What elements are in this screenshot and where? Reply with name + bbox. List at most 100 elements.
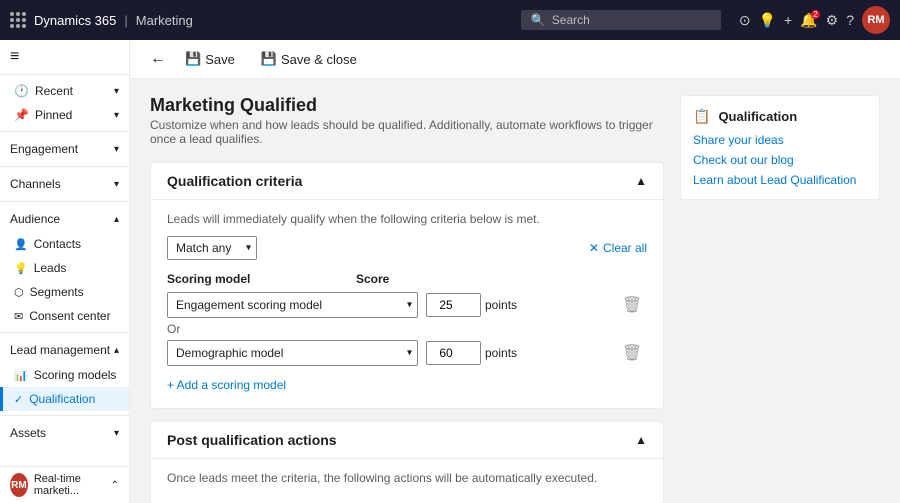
page-main: Marketing Qualified Customize when and h… (150, 95, 664, 487)
sidebar-engagement-header[interactable]: Engagement ▾ (0, 136, 129, 162)
page-subtitle: Customize when and how leads should be q… (150, 118, 664, 146)
lightbulb-icon[interactable]: 💡 (759, 12, 776, 29)
contacts-icon: 👤 (14, 238, 28, 251)
page-title: Marketing Qualified (150, 95, 664, 116)
bottom-label: Real-time marketi... (34, 473, 105, 497)
sidebar-item-segments[interactable]: ⬡ Segments (0, 280, 129, 304)
scoring-row-2: Demographic model points 🗑 (167, 340, 647, 366)
help-icon[interactable]: ? (846, 12, 854, 28)
right-panel-title: Qualification (718, 109, 797, 124)
sidebar-channels-header[interactable]: Channels ▾ (0, 171, 129, 197)
points-label-2: points (485, 346, 517, 360)
bell-icon[interactable]: 🔔2 (800, 12, 817, 29)
grid-dots[interactable] (10, 12, 26, 28)
search-box[interactable]: 🔍 Search (521, 10, 721, 30)
audience-chevron: ▴ (114, 214, 119, 225)
lead-mgmt-label: Lead management (10, 343, 110, 357)
search-placeholder: Search (552, 13, 590, 27)
sidebar-item-pinned[interactable]: 📌 Pinned ▾ (0, 103, 129, 127)
qualification-criteria-card: Qualification criteria ▲ Leads will imme… (150, 162, 664, 409)
sidebar-item-recent[interactable]: 🕐 Recent ▾ (0, 79, 129, 103)
add-model-button[interactable]: + Add a scoring model (167, 374, 286, 396)
clear-x-icon: ✕ (589, 241, 599, 255)
leads-icon: 💡 (14, 262, 28, 275)
score-input-1[interactable] (426, 293, 481, 317)
or-connector: Or (167, 322, 647, 336)
app-name: Dynamics 365 (34, 13, 116, 28)
add-icon[interactable]: + (784, 12, 792, 28)
bottom-bar-sidebar[interactable]: RM Real-time marketi... ⌃ (0, 466, 129, 503)
pinned-icon: 📌 (14, 108, 29, 122)
scoring-row-1: Engagement scoring model points 🗑 (167, 292, 647, 318)
bottom-dropdown-icon: ⌃ (111, 480, 119, 491)
sidebar-assets-header[interactable]: Assets ▾ (0, 420, 129, 446)
criteria-collapse-btn[interactable]: ▲ (635, 174, 647, 188)
sidebar-item-contacts[interactable]: 👤 Contacts (0, 232, 129, 256)
module-name: Marketing (136, 13, 193, 28)
sidebar-audience-header[interactable]: Audience ▴ (0, 206, 129, 232)
segments-icon: ⬡ (14, 286, 24, 299)
sidebar-avatar: RM (10, 473, 28, 497)
score-input-2[interactable] (426, 341, 481, 365)
model-select-2[interactable]: Demographic model (167, 340, 418, 366)
lead-mgmt-chevron: ▴ (114, 345, 119, 356)
scoring-icon: 📊 (14, 369, 28, 382)
save-close-button[interactable]: 💾 Save & close (250, 46, 368, 72)
sidebar-item-qualification[interactable]: ✓ Qualification (0, 387, 129, 411)
criteria-title: Qualification criteria (167, 173, 302, 189)
sidebar-item-leads[interactable]: 💡 Leads (0, 256, 129, 280)
right-panel: 📋 Qualification Share your ideas Check o… (680, 95, 880, 487)
delete-row-1-button[interactable]: 🗑 (617, 295, 647, 315)
channels-chevron: ▾ (114, 179, 119, 190)
sidebar-hamburger[interactable]: ≡ (0, 40, 129, 75)
save-label: Save (205, 52, 235, 67)
pinned-chevron: ▾ (114, 110, 119, 121)
sidebar-item-scoring-models[interactable]: 📊 Scoring models (0, 363, 129, 387)
clear-all-label: Clear all (603, 241, 647, 255)
right-panel-icon: 📋 (693, 108, 710, 125)
settings-icon[interactable]: ⚙ (826, 12, 839, 29)
clear-all-button[interactable]: ✕ Clear all (589, 241, 647, 255)
pinned-label: Pinned (35, 108, 72, 122)
right-link-2[interactable]: Check out our blog (693, 153, 867, 167)
top-nav: Dynamics 365 | Marketing 🔍 Search ⊙ 💡 + … (0, 0, 900, 40)
right-link-3[interactable]: Learn about Lead Qualification (693, 173, 867, 187)
post-qual-collapse-btn[interactable]: ▲ (635, 433, 647, 447)
leads-label: Leads (34, 261, 67, 275)
sidebar-lead-mgmt-header[interactable]: Lead management ▴ (0, 337, 129, 363)
right-panel-card: 📋 Qualification Share your ideas Check o… (680, 95, 880, 200)
model-select-1[interactable]: Engagement scoring model (167, 292, 418, 318)
segments-label: Segments (30, 285, 84, 299)
assets-chevron: ▾ (114, 428, 119, 439)
contacts-label: Contacts (34, 237, 81, 251)
avatar[interactable]: RM (862, 6, 890, 34)
save-close-icon: 💾 (261, 51, 277, 67)
audience-label: Audience (10, 212, 60, 226)
post-qual-subtitle: Once leads meet the criteria, the follow… (167, 471, 647, 485)
recent-icon: 🕐 (14, 84, 29, 98)
scoring-model-header: Scoring model (167, 272, 348, 286)
save-close-label: Save & close (281, 52, 357, 67)
action-row-1: Update lead's status reasons to Marketin… (167, 495, 647, 503)
scoring-label: Scoring models (34, 368, 117, 382)
save-button[interactable]: 💾 Save (174, 46, 246, 72)
engagement-label: Engagement (10, 142, 78, 156)
back-button[interactable]: ← (146, 46, 170, 72)
delete-row-2-button[interactable]: 🗑 (617, 343, 647, 363)
score-header: Score (356, 272, 531, 286)
post-qual-title: Post qualification actions (167, 432, 337, 448)
right-link-1[interactable]: Share your ideas (693, 133, 867, 147)
circle-icon[interactable]: ⊙ (739, 12, 751, 29)
toolbar: ← 💾 Save 💾 Save & close (130, 40, 900, 79)
channels-label: Channels (10, 177, 61, 191)
qualification-label: Qualification (29, 392, 95, 406)
engagement-chevron: ▾ (114, 144, 119, 155)
hamburger-icon: ≡ (10, 48, 19, 66)
add-model-label: + Add a scoring model (167, 378, 286, 392)
qualification-icon: ✓ (14, 393, 23, 406)
assets-label: Assets (10, 426, 46, 440)
sidebar-item-consent[interactable]: ✉ Consent center (0, 304, 129, 328)
points-label-1: points (485, 298, 517, 312)
post-qualification-card: Post qualification actions ▲ Once leads … (150, 421, 664, 503)
match-select[interactable]: Match any Match all (167, 236, 257, 260)
